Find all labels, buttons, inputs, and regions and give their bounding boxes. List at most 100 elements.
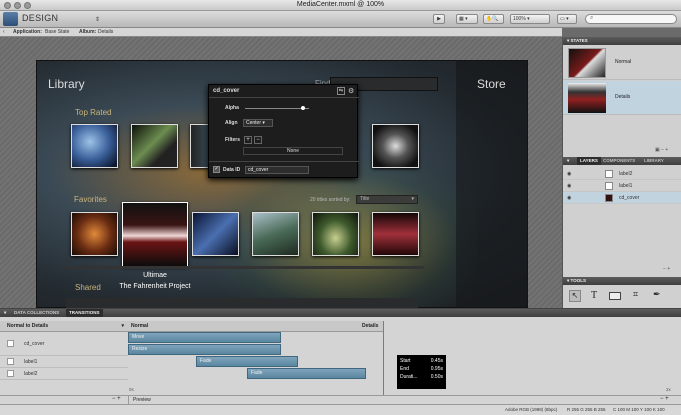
state-details[interactable]: Details	[563, 81, 681, 115]
layer-row[interactable]: ◉ label2	[563, 168, 681, 180]
popup-divider	[209, 97, 359, 98]
album-thumb[interactable]	[71, 124, 118, 168]
pen-tool-icon[interactable]: ✒	[653, 289, 661, 300]
target-checkbox[interactable]	[7, 370, 14, 377]
alpha-slider[interactable]	[245, 108, 309, 109]
target-checkbox[interactable]	[7, 340, 14, 347]
status-bar: Adobe RGB (1998) (8bpc) R 255 G 255 B 25…	[0, 404, 681, 415]
target-row[interactable]: cd_cover	[0, 332, 128, 356]
album-thumb[interactable]	[372, 124, 419, 168]
view-options-button[interactable]: ▦ ▾	[456, 14, 478, 24]
collapse-icon[interactable]: ▾	[563, 158, 569, 163]
target-row[interactable]: label2	[0, 368, 128, 380]
album-thumb[interactable]	[312, 212, 359, 256]
album-thumb[interactable]	[192, 212, 239, 256]
state-thumbnail	[568, 48, 606, 78]
timeline-zoom-controls[interactable]: − +	[660, 396, 669, 402]
align-label: Align	[225, 120, 238, 126]
effect-bar[interactable]: Fade	[247, 368, 366, 379]
sort-label: 20 titles sorted by:	[310, 197, 351, 203]
album-thumb[interactable]	[252, 212, 299, 256]
filters-label: Filters	[225, 137, 241, 143]
eye-icon[interactable]: ◉	[567, 180, 571, 192]
state-normal[interactable]: Normal	[563, 46, 681, 80]
selected-cd-cover[interactable]	[122, 202, 188, 267]
breadcrumb-album-value[interactable]: Details	[98, 29, 113, 35]
tab-components[interactable]: COMPONENTS	[603, 157, 635, 165]
sort-value: Title	[360, 196, 370, 202]
favorites-scrollbar[interactable]	[66, 266, 424, 269]
breadcrumb-app-value[interactable]: Base State	[45, 29, 69, 35]
store-heading: Store	[477, 77, 506, 91]
workspace-mode-label[interactable]: DESIGN	[22, 13, 58, 23]
timeline-ruler[interactable]: Normal Details	[128, 321, 383, 332]
convert-icon[interactable]: ⇆	[337, 87, 345, 95]
crop-tool-icon[interactable]: ⌗	[633, 289, 638, 300]
tab-library[interactable]: LIBRARY	[644, 157, 664, 165]
selection-tool-icon[interactable]: ↖	[569, 290, 581, 302]
dataid-input[interactable]: cd_cover	[245, 166, 309, 174]
eye-icon[interactable]: ◉	[567, 168, 571, 180]
target-label: label2	[24, 371, 38, 377]
target-label: label1	[24, 359, 38, 365]
layer-actions[interactable]: − +	[663, 266, 670, 272]
search-icon: ⌕	[590, 15, 594, 21]
layer-row[interactable]: ◉ label1	[563, 180, 681, 192]
collapse-icon[interactable]: ▾	[563, 38, 569, 43]
album-thumb[interactable]	[71, 212, 118, 256]
sort-select[interactable]: Title ▾	[356, 195, 418, 204]
transition-select[interactable]: Normal to Details ▾	[0, 321, 128, 332]
tab-data-collections[interactable]: DATA COLLECTIONS	[14, 309, 59, 317]
album-thumb[interactable]	[131, 124, 178, 168]
dataid-checkbox[interactable]: ✓	[213, 166, 220, 173]
collapse-icon[interactable]: ▾	[0, 310, 6, 315]
gear-icon[interactable]: ⚙	[348, 87, 354, 95]
remove-filter-button[interactable]: −	[254, 136, 262, 144]
target-row[interactable]: label1	[0, 356, 128, 368]
bottom-panel-header: ▾ DATA COLLECTIONS TRANSITIONS	[0, 309, 681, 317]
search-input[interactable]: ⌕	[585, 14, 677, 24]
filters-list[interactable]: None	[243, 147, 343, 155]
rectangle-tool-icon[interactable]	[609, 292, 621, 300]
align-select[interactable]: Center ▾	[243, 119, 273, 127]
target-checkbox[interactable]	[7, 358, 14, 365]
end-marker[interactable]	[383, 321, 384, 395]
tab-transitions[interactable]: TRANSITIONS	[66, 309, 103, 317]
tab-layers[interactable]: LAYERS	[577, 157, 601, 165]
layer-thumb	[605, 170, 613, 178]
text-tool-icon[interactable]: T	[591, 290, 597, 301]
tooltip-duration-label: Durati...	[400, 374, 418, 380]
effect-bar[interactable]: Fade	[196, 356, 298, 367]
main-toolbar	[0, 11, 681, 28]
state-actions[interactable]: ▣ − +	[655, 147, 668, 153]
shared-strip	[66, 298, 418, 308]
breadcrumb-album-label: Album:	[79, 29, 97, 35]
eye-icon[interactable]: ◉	[567, 192, 571, 204]
play-icon[interactable]: ▶	[433, 14, 445, 24]
chevron-down-icon: ▾	[411, 196, 414, 202]
window-title: MediaCenter.mxml @ 100%	[296, 1, 385, 8]
album-thumb[interactable]	[190, 124, 210, 168]
preview-menu-button[interactable]: ▭ ▾	[557, 14, 577, 24]
tooltip-end-label: End	[400, 366, 409, 372]
cmyk-readout: C 100 M 100 Y 100 K 100	[613, 407, 665, 412]
effect-bar[interactable]: Resize	[128, 344, 281, 355]
add-remove-effect[interactable]: − +	[112, 396, 121, 402]
effect-tracks[interactable]: Move Resize Fade Fade	[128, 332, 383, 382]
mode-chevron-icon[interactable]: ⇕	[95, 16, 100, 23]
alpha-slider-thumb[interactable]	[300, 106, 305, 110]
album-thumb[interactable]	[372, 212, 419, 256]
timeline-zoom-label: 2x	[666, 387, 671, 392]
add-filter-button[interactable]: +	[244, 136, 252, 144]
preview-label: Preview	[133, 397, 151, 403]
right-panels: ▾ STATES Normal Details ▣ − + ▾ LAYERS C…	[562, 37, 681, 308]
collapse-icon[interactable]: ▾	[563, 278, 569, 283]
color-profile: Adobe RGB (1998) (8bpc)	[505, 407, 558, 412]
tooltip-duration-value: 0.50s	[430, 374, 443, 380]
effect-bar[interactable]: Move	[128, 332, 281, 343]
tooltip-start-value: 0.45s	[430, 358, 443, 364]
zoom-select[interactable]: 100% ▾	[510, 14, 550, 24]
layer-row-selected[interactable]: ◉ cd_cover	[563, 192, 681, 204]
hand-zoom-tools[interactable]: ✋🔍	[483, 14, 504, 24]
back-icon[interactable]: ‹	[3, 29, 5, 35]
